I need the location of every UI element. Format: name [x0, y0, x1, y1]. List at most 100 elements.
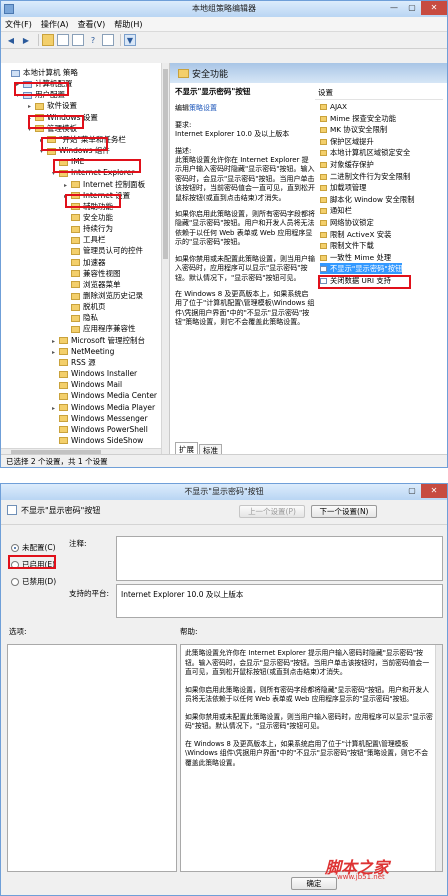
folder-icon	[71, 236, 80, 244]
setting-item[interactable]: 限制文件下载	[320, 240, 374, 251]
menubar: 文件(F) 操作(A) 查看(V) 帮助(H)	[1, 17, 447, 32]
filter-icon[interactable]: ▼	[124, 34, 136, 46]
tree-item-label: 应用程序兼容性	[83, 324, 136, 334]
tree-item[interactable]: 加速器	[64, 257, 106, 268]
folder-icon	[71, 259, 80, 267]
tree-item[interactable]: Windows Mail	[52, 379, 122, 390]
setting-item[interactable]: 网络协议锁定	[320, 217, 374, 228]
details-header-title: 安全功能	[192, 69, 229, 80]
setting-item[interactable]: 限制 ActiveX 安装	[320, 229, 391, 240]
dialog-maximize-icon[interactable]: ▢	[403, 484, 421, 498]
back-icon[interactable]: ◀	[5, 34, 17, 46]
tree-item[interactable]: Windows Media Center	[52, 390, 157, 401]
tree-item-label: 脱机页	[83, 302, 106, 312]
folder-icon	[320, 104, 327, 110]
edit-policy-link[interactable]: 策略设置	[189, 104, 217, 112]
up-folder-icon[interactable]	[42, 34, 54, 46]
radio-not-configured[interactable]: 未配置(C)	[11, 542, 56, 553]
menu-action[interactable]: 操作(A)	[41, 19, 69, 30]
radio-disabled-label: 已禁用(D)	[22, 577, 57, 586]
setting-item[interactable]: 脚本化 Window 安全限制	[320, 194, 415, 205]
setting-item[interactable]: 通知栏	[320, 205, 352, 216]
maximize-icon[interactable]: ▢	[403, 1, 421, 15]
tree-item[interactable]: Windows Installer	[52, 368, 137, 379]
tree-item-label: 工具栏	[83, 235, 106, 245]
gpedit-titlebar[interactable]: 本地组策略编辑器 — ▢ ✕	[1, 1, 447, 17]
previous-setting-button[interactable]: 上一个设置(P)	[239, 505, 305, 518]
setting-item[interactable]: 不显示"显示密码"按钮	[320, 263, 403, 275]
tree-item[interactable]: 浏览器菜单	[64, 279, 121, 290]
tree-item[interactable]: 管理员认可的控件	[64, 245, 143, 256]
tree-item[interactable]: Windows PowerShell	[52, 424, 148, 435]
tree-item[interactable]: RSS 源	[52, 357, 96, 368]
setting-item[interactable]: Mime 探查安全功能	[320, 113, 396, 124]
details-header: 安全功能	[170, 63, 447, 83]
highlight-security-features	[65, 194, 121, 208]
setting-item[interactable]: 保护区域提升	[320, 136, 374, 147]
tree-item[interactable]: ▸ Windows Media Player	[52, 402, 155, 413]
help-icon[interactable]: ?	[87, 34, 99, 46]
tree-item[interactable]: Windows SideShow	[52, 435, 143, 446]
tree-item-label: NetMeeting	[71, 346, 115, 356]
properties-icon[interactable]	[102, 34, 114, 46]
setting-item[interactable]: MK 协议安全限制	[320, 124, 387, 135]
menu-view[interactable]: 查看(V)	[78, 19, 106, 30]
desc-label: 描述:	[175, 146, 192, 155]
help-scrollbar[interactable]	[435, 645, 442, 871]
dialog-close-icon[interactable]: ✕	[421, 484, 447, 498]
tree-item[interactable]: 应用程序兼容性	[64, 323, 136, 334]
folder-icon	[59, 426, 68, 434]
close-icon[interactable]: ✕	[421, 1, 447, 15]
ok-button[interactable]: 确定	[291, 877, 337, 890]
setting-item[interactable]: 加载项管理	[320, 182, 366, 193]
folder-icon	[59, 348, 68, 356]
next-setting-button[interactable]: 下一个设置(N)	[311, 505, 377, 518]
folder-icon	[71, 225, 80, 233]
setting-item[interactable]: AJAX	[320, 101, 347, 112]
tree-item[interactable]: Windows Messenger	[52, 413, 148, 424]
setting-item-label: Mime 探查安全功能	[330, 113, 397, 123]
tree-item[interactable]: 脱机页	[64, 301, 106, 312]
tree-item[interactable]: 隐私	[64, 312, 98, 323]
tree-item[interactable]: 本地计算机 策略	[4, 67, 78, 78]
export-list-icon[interactable]	[72, 34, 84, 46]
folder-icon	[59, 370, 68, 378]
comment-textarea[interactable]	[116, 536, 443, 581]
tree-item[interactable]: ▸ 软件设置	[28, 100, 77, 111]
tree-item[interactable]: 安全功能	[64, 212, 113, 223]
desc-edit-prefix: 编辑	[175, 104, 189, 113]
options-label: 选项:	[9, 627, 27, 636]
policy-icon	[320, 266, 327, 273]
tree-item-label: Windows Media Player	[71, 402, 156, 412]
folder-icon	[59, 359, 68, 367]
tree-item[interactable]: 删除浏览历史记录	[64, 290, 143, 301]
tree-vertical-scrollbar[interactable]	[161, 63, 169, 456]
tree-item[interactable]: ▸ NetMeeting	[52, 346, 114, 357]
help-text-panel: 此策略设置允许你在 Internet Explorer 提示用户输入密码时隐藏"…	[180, 644, 443, 872]
folder-icon	[71, 292, 80, 300]
folder-icon	[71, 214, 80, 222]
tree-item[interactable]: ▸ Internet 控制面板	[64, 179, 145, 190]
desc-p1: 此策略设置允许你在 Internet Explorer 提示用户输入密码时隐藏"…	[175, 156, 315, 202]
show-hide-tree-icon[interactable]	[57, 34, 69, 46]
help-p4: 在 Windows 8 及更高版本上，如果系统启用了位于"计算机配置\管理模板\…	[185, 739, 429, 767]
minimize-icon[interactable]: —	[385, 1, 403, 15]
tree-item[interactable]: 兼容性视图	[64, 268, 121, 279]
setting-item-label: 网络协议锁定	[330, 218, 374, 227]
supported-platforms-box: Internet Explorer 10.0 及以上版本	[116, 584, 443, 618]
menu-file[interactable]: 文件(F)	[5, 19, 32, 30]
setting-item[interactable]: 一致性 Mime 处理	[320, 252, 391, 263]
tree-item[interactable]: 持续行为	[64, 223, 113, 234]
setting-item-label: 加载项管理	[330, 183, 367, 193]
forward-icon[interactable]: ▶	[20, 34, 32, 46]
setting-item[interactable]: 二进制文件行为安全限制	[320, 171, 410, 182]
radio-disabled[interactable]: 已禁用(D)	[11, 576, 56, 587]
tree-item[interactable]: 工具栏	[64, 234, 106, 245]
folder-icon	[320, 254, 327, 261]
dialog-titlebar[interactable]: 不显示"显示密码"按钮 ▢ ✕	[1, 484, 447, 500]
menu-help[interactable]: 帮助(H)	[114, 19, 142, 30]
setting-item[interactable]: 对象缓存保护	[320, 159, 374, 170]
tree-item[interactable]: ▸ Microsoft 管理控制台	[52, 335, 145, 346]
setting-item[interactable]: 本地计算机区域锁定安全	[320, 147, 410, 158]
settings-column-header[interactable]: 设置	[315, 87, 443, 100]
